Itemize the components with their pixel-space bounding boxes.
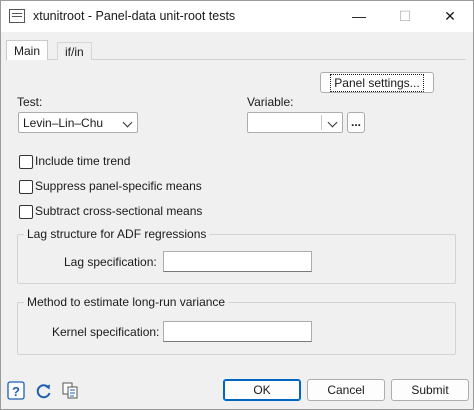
combobox-separator <box>321 115 322 130</box>
chevron-down-icon <box>122 117 133 128</box>
suppress-means-checkbox[interactable] <box>19 180 33 194</box>
lag-structure-group-title: Lag structure for ADF regressions <box>24 227 210 241</box>
svg-text:?: ? <box>12 384 20 399</box>
chevron-down-icon <box>327 117 338 128</box>
variable-combobox[interactable] <box>247 112 343 133</box>
tab-main[interactable]: Main <box>6 40 49 62</box>
copy-command-icon[interactable] <box>61 381 81 401</box>
main-tab-panel: Panel settings... Test: Levin–Lin–Chu Va… <box>6 60 466 371</box>
include-time-trend-checkbox[interactable] <box>19 155 33 169</box>
minimize-button[interactable]: — <box>336 1 382 31</box>
suppress-means-label: Suppress panel-specific means <box>35 179 202 193</box>
submit-button[interactable]: Submit <box>391 379 469 401</box>
long-run-variance-group: Method to estimate long-run variance Ker… <box>17 295 456 355</box>
lag-spec-input[interactable] <box>163 251 312 272</box>
panel-settings-label: Panel settings... <box>330 74 424 92</box>
subtract-cross-sectional-label: Subtract cross-sectional means <box>35 204 203 218</box>
app-icon <box>9 9 25 23</box>
dialog-window: xtunitroot - Panel-data unit-root tests … <box>0 0 474 410</box>
panel-settings-button[interactable]: Panel settings... <box>320 72 434 93</box>
test-label: Test: <box>17 95 43 109</box>
window-title: xtunitroot - Panel-data unit-root tests <box>33 9 236 23</box>
kernel-spec-input[interactable] <box>163 321 312 342</box>
test-dropdown[interactable]: Levin–Lin–Chu <box>18 112 138 133</box>
lag-structure-group: Lag structure for ADF regressions Lag sp… <box>17 227 456 284</box>
test-dropdown-value: Levin–Lin–Chu <box>23 116 104 130</box>
long-run-variance-group-title: Method to estimate long-run variance <box>24 295 229 309</box>
close-button[interactable]: ✕ <box>427 1 473 31</box>
variable-browse-button[interactable]: ... <box>347 112 365 133</box>
cancel-button[interactable]: Cancel <box>307 379 385 401</box>
maximize-button: ☐ <box>398 8 412 24</box>
include-time-trend-label: Include time trend <box>35 154 131 168</box>
tab-if-in[interactable]: if/in <box>57 42 92 61</box>
subtract-cross-sectional-checkbox[interactable] <box>19 205 33 219</box>
kernel-spec-label: Kernel specification: <box>52 325 160 339</box>
variable-label: Variable: <box>247 95 294 109</box>
title-bar[interactable]: xtunitroot - Panel-data unit-root tests … <box>1 1 473 32</box>
help-icon[interactable]: ? <box>7 381 27 401</box>
lag-spec-label: Lag specification: <box>64 255 157 269</box>
ok-button[interactable]: OK <box>223 379 301 401</box>
reset-icon[interactable] <box>34 381 54 401</box>
